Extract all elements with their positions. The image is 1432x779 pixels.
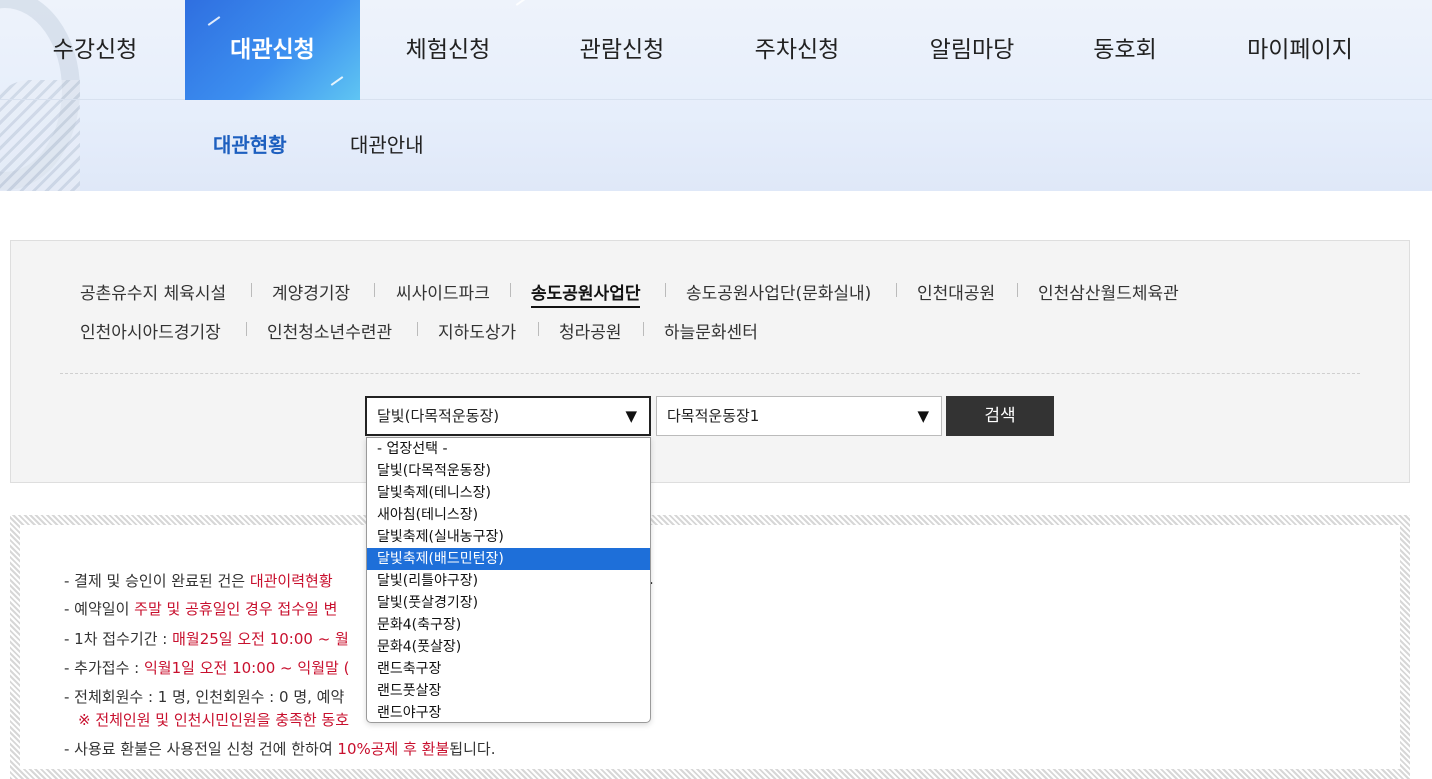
dropdown-option[interactable]: 문화4(풋살장) <box>367 636 650 658</box>
notice-line-7: - 사용료 환불은 사용전일 신청 건에 한하여 10%공제 후 환불됩니다. <box>64 740 496 758</box>
search-button[interactable]: 검색 <box>946 396 1054 436</box>
dropdown-option[interactable]: 달빛(다목적운동장) <box>367 460 650 482</box>
facility-cheongna-park[interactable]: 청라공원 <box>559 318 622 343</box>
notice-line-1: - 결제 및 승인이 완료된 건은 대관이력현황. <box>64 570 654 590</box>
gnb-item-club[interactable]: 동호회 <box>1060 0 1190 100</box>
chevron-down-icon: ▼ <box>917 407 929 425</box>
dropdown-option[interactable]: 달빛(리틀야구장) <box>367 570 650 592</box>
gnb-item-rental-label: 대관신청 <box>230 37 315 63</box>
divider <box>1017 283 1018 297</box>
venue-select[interactable]: 달빛(다목적운동장) ▼ <box>365 396 651 436</box>
divider <box>246 322 247 336</box>
gnb-item-notice[interactable]: 알림마당 <box>897 0 1047 100</box>
gnb-item-experience[interactable]: 체험신청 <box>373 0 523 100</box>
dropdown-option[interactable]: 문화4(축구장) <box>367 614 650 636</box>
divider <box>510 283 511 297</box>
notice-line-3: - 1차 접수기간 : 매월25일 오전 10:00 ~ 월 <box>64 630 349 648</box>
facility-filter-panel <box>10 240 1410 483</box>
dropdown-option[interactable]: 랜드야구장 <box>367 702 650 722</box>
notice-line-4: - 추가접수 : 익월1일 오전 10:00 ~ 익월말 ( <box>64 659 350 677</box>
facility-haneul-culture-center[interactable]: 하늘문화센터 <box>664 318 758 343</box>
dropdown-option[interactable]: - 업장선택 - <box>367 438 650 460</box>
notice-line-5: - 전체회원수 : 1 명, 인천회원수 : 0 명, 예약 <box>64 688 345 706</box>
chevron-down-icon: ▼ <box>625 407 637 425</box>
venue-dropdown-list[interactable]: - 업장선택 - 달빛(다목적운동장) 달빛축제(테니스장) 새아침(테니스장)… <box>366 437 651 723</box>
facility-asiad-stadium[interactable]: 인천아시아드경기장 <box>80 318 221 343</box>
facility-incheon-grand-park[interactable]: 인천대공원 <box>917 279 995 304</box>
facility-gongchon[interactable]: 공촌유수지 체육시설 <box>80 279 226 304</box>
gnb-item-course[interactable]: 수강신청 <box>20 0 170 100</box>
facility-samsan-world-gym[interactable]: 인천삼산월드체육관 <box>1038 279 1179 304</box>
court-select[interactable]: 다목적운동장1 ▼ <box>656 396 942 436</box>
facility-songdo-park-culture[interactable]: 송도공원사업단(문화실내) <box>686 279 871 304</box>
dropdown-option[interactable]: 랜드풋살장 <box>367 680 650 702</box>
court-select-value: 다목적운동장1 <box>667 407 760 425</box>
dropdown-option[interactable]: 달빛축제(테니스장) <box>367 482 650 504</box>
divider <box>665 283 666 297</box>
dropdown-option[interactable]: 달빛축제(실내농구장) <box>367 526 650 548</box>
divider <box>417 322 418 336</box>
facility-youth-center[interactable]: 인천청소년수련관 <box>267 318 392 343</box>
divider <box>374 283 375 297</box>
global-nav: 수강신청 대관신청 체험신청 관람신청 주차신청 알림마당 동호회 마이페이지 <box>0 0 1432 100</box>
divider <box>251 283 252 297</box>
facility-underground-mall[interactable]: 지하도상가 <box>438 318 516 343</box>
dropdown-option-highlighted[interactable]: 달빛축제(배드민턴장) <box>367 548 650 570</box>
divider <box>896 283 897 297</box>
lnb-item-rental-guide[interactable]: 대관안내 <box>350 101 424 189</box>
lnb-item-rental-status[interactable]: 대관현황 <box>213 101 287 189</box>
gnb-item-mypage[interactable]: 마이페이지 <box>1225 0 1375 100</box>
facility-songdo-park[interactable]: 송도공원사업단 <box>531 279 641 308</box>
dropdown-option[interactable]: 달빛(풋살경기장) <box>367 592 650 614</box>
facility-gyeyang[interactable]: 계양경기장 <box>272 279 350 304</box>
venue-select-value: 달빛(다목적운동장) <box>377 407 500 425</box>
hero-banner: 수강신청 대관신청 체험신청 관람신청 주차신청 알림마당 동호회 마이페이지 … <box>0 0 1432 191</box>
notice-line-2: - 예약일이 주말 및 공휴일인 경우 접수일 변 <box>64 600 338 618</box>
dropdown-option[interactable]: 랜드축구장 <box>367 658 650 680</box>
facility-seaside-park[interactable]: 씨사이드파크 <box>396 279 490 304</box>
divider-dashed <box>60 373 1360 374</box>
gnb-item-rental[interactable]: 대관신청 <box>185 0 529 100</box>
gnb-item-viewing[interactable]: 관람신청 <box>547 0 697 100</box>
gnb-item-parking[interactable]: 주차신청 <box>722 0 872 100</box>
divider <box>643 322 644 336</box>
divider <box>538 322 539 336</box>
dropdown-option[interactable]: 새아침(테니스장) <box>367 504 650 526</box>
notice-line-6: ※ 전체인원 및 인천시민인원을 충족한 동호 <box>78 711 350 729</box>
